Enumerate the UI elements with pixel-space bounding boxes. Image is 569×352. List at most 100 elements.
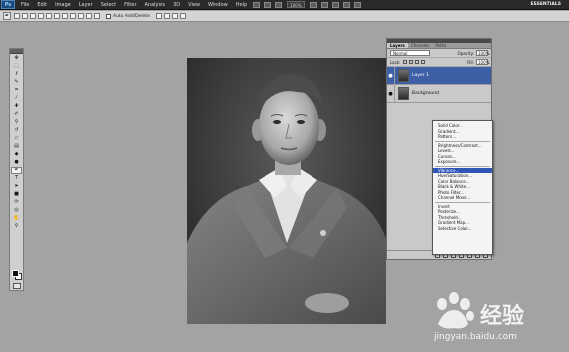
menu-image[interactable]: Image xyxy=(51,0,75,10)
menu-separator xyxy=(435,140,490,142)
blend-opacity-row: Normal Opacity: 100% xyxy=(387,49,491,58)
layer-name: Layer 1 xyxy=(412,73,429,78)
layer-name: Background xyxy=(412,91,439,96)
menu-separator xyxy=(435,201,490,203)
layer-row-layer-1[interactable]: ● Layer 1 xyxy=(387,66,491,85)
document-canvas-photo[interactable] xyxy=(187,58,386,324)
menu-item-exposure[interactable]: Exposure... xyxy=(433,159,492,165)
polygon-icon[interactable] xyxy=(78,13,84,19)
shape-layers-icon[interactable] xyxy=(14,13,20,19)
lock-transparent-icon[interactable] xyxy=(403,60,408,64)
marquee-tool-icon[interactable]: ⬚ xyxy=(11,63,22,70)
menu-separator xyxy=(435,165,490,167)
3d-rotate-tool-icon[interactable]: ⟳ xyxy=(11,199,22,206)
quick-mask-icon[interactable] xyxy=(13,283,21,289)
fill-field[interactable]: 100% xyxy=(476,59,489,65)
eye-icon[interactable]: ● xyxy=(387,84,395,103)
workspace-switcher[interactable]: ESSENTIALS xyxy=(530,1,561,9)
3d-orbit-tool-icon[interactable]: ◎ xyxy=(11,207,22,214)
menu-analysis[interactable]: Analysis xyxy=(141,0,170,10)
arrange-documents-icon[interactable] xyxy=(343,1,351,8)
zoom-level[interactable]: 100% xyxy=(287,1,306,8)
history-brush-tool-icon[interactable]: ↺ xyxy=(11,127,22,134)
photoshop-logo: Ps xyxy=(1,0,15,9)
menu-file[interactable]: File xyxy=(17,0,33,10)
dodge-tool-icon[interactable]: ● xyxy=(11,159,22,166)
layer-row-background[interactable]: ● Background xyxy=(387,84,491,103)
menu-item-selective-color[interactable]: Selective Color... xyxy=(433,226,492,232)
foreground-color-swatch[interactable] xyxy=(12,270,19,277)
rounded-rectangle-icon[interactable] xyxy=(62,13,68,19)
menu-bar: Ps File Edit Image Layer Select Filter A… xyxy=(0,0,569,10)
rectangle-icon[interactable] xyxy=(54,13,60,19)
menu-select[interactable]: Select xyxy=(97,0,120,10)
menu-item-pattern[interactable]: Pattern... xyxy=(433,134,492,140)
eraser-tool-icon[interactable]: ▱ xyxy=(11,135,22,142)
watermark-text: 经验 xyxy=(480,304,525,329)
baidu-paw-logo xyxy=(437,292,474,329)
portrait-image xyxy=(187,58,386,324)
path-combine-add-icon[interactable] xyxy=(155,13,162,19)
auto-add-delete-checkbox[interactable] xyxy=(106,13,111,19)
blend-mode-select[interactable]: Normal xyxy=(390,50,430,56)
paths-icon[interactable] xyxy=(22,13,28,19)
opacity-label: Opacity: xyxy=(457,50,474,56)
bridge-icon[interactable] xyxy=(253,1,261,8)
tools-panel-grip[interactable] xyxy=(10,49,23,54)
tab-channels[interactable]: Channels xyxy=(408,43,433,48)
path-select-tool-icon[interactable]: ➤ xyxy=(11,183,22,190)
blur-tool-icon[interactable]: ◆ xyxy=(11,151,22,158)
eyedropper-tool-icon[interactable]: ⁄ xyxy=(11,95,22,102)
tab-paths[interactable]: Paths xyxy=(432,43,449,48)
custom-shape-icon[interactable] xyxy=(94,13,100,19)
line-icon[interactable] xyxy=(86,13,92,19)
menu-filter[interactable]: Filter xyxy=(120,0,140,10)
move-tool-icon[interactable]: ✥ xyxy=(11,55,22,62)
zoom-tool-icon[interactable]: ⚲ xyxy=(11,223,22,230)
rotate-view-icon[interactable] xyxy=(332,1,340,8)
type-tool-icon[interactable]: T xyxy=(11,175,22,182)
baidu-watermark: 经验 jingyan.baidu.com xyxy=(430,290,566,346)
pen-icon[interactable] xyxy=(38,13,44,19)
menu-3d[interactable]: 3D xyxy=(169,0,184,10)
menu-edit[interactable]: Edit xyxy=(33,0,51,10)
tab-layers[interactable]: Layers xyxy=(387,43,408,48)
path-combine-intersect-icon[interactable] xyxy=(171,13,178,19)
menu-view[interactable]: View xyxy=(184,0,204,10)
quick-select-tool-icon[interactable]: ✎ xyxy=(11,79,22,86)
menu-item-channel-mixer[interactable]: Channel Mixer... xyxy=(433,195,492,201)
menu-help[interactable]: Help xyxy=(232,0,251,10)
hand-tool-icon[interactable]: ✋ xyxy=(11,215,22,222)
lasso-tool-icon[interactable]: ℓ xyxy=(11,71,22,78)
gradient-tool-icon[interactable]: ▤ xyxy=(11,143,22,150)
freeform-pen-icon[interactable] xyxy=(46,13,52,19)
screen-mode-icon[interactable] xyxy=(354,1,362,8)
menu-layer[interactable]: Layer xyxy=(75,0,97,10)
layer-thumbnail xyxy=(398,69,409,82)
menu-window[interactable]: Window xyxy=(204,0,232,10)
brush-tool-icon[interactable]: ✐ xyxy=(11,111,22,118)
lock-image-icon[interactable] xyxy=(409,60,414,64)
crop-tool-icon[interactable]: ⌗ xyxy=(11,87,22,94)
ellipse-icon[interactable] xyxy=(70,13,76,19)
hand-icon[interactable] xyxy=(310,1,318,8)
fill-label: Fill: xyxy=(467,59,474,65)
pen-tool-icon[interactable]: ✒ xyxy=(11,167,22,174)
extras-icon[interactable] xyxy=(275,1,283,8)
minibridge-icon[interactable] xyxy=(264,1,272,8)
pen-tool-preset-icon[interactable]: ✒ xyxy=(3,12,11,20)
shape-tool-icon[interactable]: ■ xyxy=(11,191,22,198)
eye-icon[interactable]: ● xyxy=(387,66,395,85)
clone-stamp-tool-icon[interactable]: ⚲ xyxy=(11,119,22,126)
layer-thumbnail xyxy=(398,87,409,100)
healing-tool-icon[interactable]: ✚ xyxy=(11,103,22,110)
zoom-icon[interactable] xyxy=(321,1,329,8)
path-combine-subtract-icon[interactable] xyxy=(163,13,170,19)
lock-all-icon[interactable] xyxy=(421,60,426,64)
adjustment-layer-menu: Solid Color... Gradient... Pattern... Br… xyxy=(432,120,493,255)
lock-position-icon[interactable] xyxy=(415,60,420,64)
opacity-field[interactable]: 100% xyxy=(476,50,489,56)
fill-pixels-icon[interactable] xyxy=(30,13,36,19)
path-combine-exclude-icon[interactable] xyxy=(179,13,186,19)
tools-panel: ✥ ⬚ ℓ ✎ ⌗ ⁄ ✚ ✐ ⚲ ↺ ▱ ▤ ◆ ● ✒ T ➤ ■ ⟳ ◎ … xyxy=(9,48,24,291)
